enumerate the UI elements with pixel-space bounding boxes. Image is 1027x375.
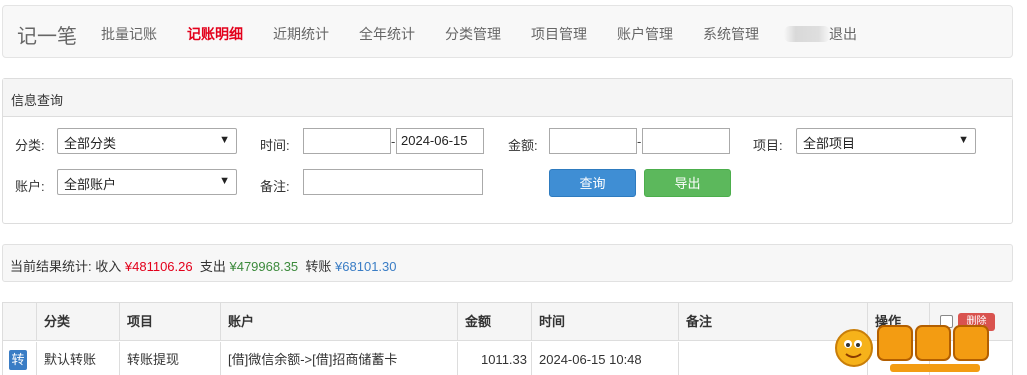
row-category: 默认转账 bbox=[37, 342, 120, 375]
account-select-value: 全部账户 bbox=[64, 177, 117, 192]
project-label: 项目: bbox=[753, 138, 783, 153]
note-input[interactable] bbox=[303, 169, 483, 195]
note-label: 备注: bbox=[260, 179, 290, 194]
blurred-username bbox=[784, 26, 830, 42]
account-select[interactable]: 全部账户 ▼ bbox=[57, 169, 237, 195]
nav-project-manage[interactable]: 项目管理 bbox=[531, 24, 587, 44]
amount-label: 金额: bbox=[508, 138, 538, 153]
watermark-logo bbox=[835, 325, 989, 372]
expense-label: 支出 bbox=[199, 259, 226, 274]
export-button[interactable]: 导出 bbox=[644, 169, 731, 197]
nav-logout[interactable]: 退出 bbox=[829, 24, 857, 44]
transfer-label: 转账 bbox=[305, 259, 332, 274]
query-panel: 信息查询 分类: 全部分类 ▼ 时间: - 2024-06-15 金额: - 项… bbox=[2, 78, 1013, 224]
query-panel-title: 信息查询 bbox=[3, 79, 1012, 117]
amount-max-input[interactable] bbox=[642, 128, 730, 154]
amount-range-dash: - bbox=[637, 134, 642, 149]
header-time: 时间 bbox=[532, 303, 679, 341]
transfer-type-badge: 转 bbox=[9, 350, 27, 370]
chevron-down-icon: ▼ bbox=[958, 134, 969, 146]
header-category: 分类 bbox=[37, 303, 120, 341]
time-end-input[interactable]: 2024-06-15 bbox=[396, 128, 484, 154]
row-account: [借]微信余额->[借]招商储蓄卡 bbox=[221, 342, 458, 375]
query-button[interactable]: 查询 bbox=[549, 169, 636, 197]
income-value: ¥481106.26 bbox=[124, 259, 193, 274]
chevron-down-icon: ▼ bbox=[219, 175, 230, 187]
row-type-cell: 转 bbox=[3, 342, 37, 375]
header-account: 账户 bbox=[221, 303, 458, 341]
row-project: 转账提现 bbox=[120, 342, 221, 375]
header-type-cell bbox=[3, 303, 37, 341]
row-time: 2024-06-15 10:48 bbox=[532, 342, 679, 375]
header-project: 项目 bbox=[120, 303, 221, 341]
stats-bar: 当前结果统计: 收入 ¥481106.26 支出 ¥479968.35 转账 ¥… bbox=[2, 244, 1013, 282]
nav-batch-entry[interactable]: 批量记账 bbox=[101, 24, 157, 44]
row-amount: 1011.33 bbox=[458, 342, 532, 375]
account-label: 账户: bbox=[15, 179, 45, 194]
expense-value: ¥479968.35 bbox=[229, 259, 299, 274]
project-select[interactable]: 全部项目 ▼ bbox=[796, 128, 976, 154]
time-label: 时间: bbox=[260, 138, 290, 153]
top-navbar: 记一笔 批量记账 记账明细 近期统计 全年统计 分类管理 项目管理 账户管理 系… bbox=[2, 5, 1013, 58]
time-start-input[interactable] bbox=[303, 128, 391, 154]
transfer-value: ¥68101.30 bbox=[335, 259, 397, 274]
category-label: 分类: bbox=[15, 138, 45, 153]
nav-recent-stats[interactable]: 近期统计 bbox=[273, 24, 329, 44]
project-select-value: 全部项目 bbox=[803, 136, 856, 151]
nav-system-manage[interactable]: 系统管理 bbox=[703, 24, 759, 44]
category-select-value: 全部分类 bbox=[64, 136, 117, 151]
chevron-down-icon: ▼ bbox=[219, 134, 230, 146]
header-amount: 金额 bbox=[458, 303, 532, 341]
nav-entry-details[interactable]: 记账明细 bbox=[187, 24, 243, 44]
category-select[interactable]: 全部分类 ▼ bbox=[57, 128, 237, 154]
nav-annual-stats[interactable]: 全年统计 bbox=[359, 24, 415, 44]
amount-min-input[interactable] bbox=[549, 128, 637, 154]
nav-category-manage[interactable]: 分类管理 bbox=[445, 24, 501, 44]
time-range-dash: - bbox=[391, 134, 396, 149]
income-label: 收入 bbox=[95, 259, 122, 274]
brand-logo[interactable]: 记一笔 bbox=[17, 20, 77, 49]
nav-account-manage[interactable]: 账户管理 bbox=[617, 24, 673, 44]
stats-prefix: 当前结果统计: bbox=[10, 259, 92, 274]
